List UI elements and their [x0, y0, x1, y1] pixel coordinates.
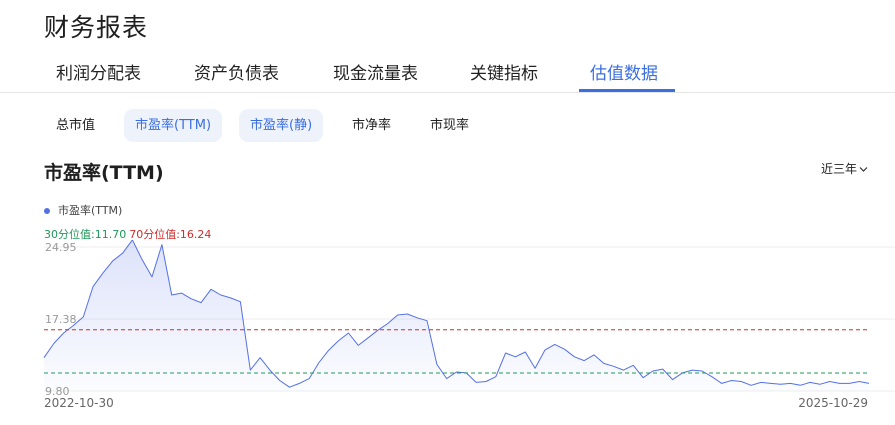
- range-label: 近三年: [820, 162, 857, 176]
- chart-legend: 市盈率(TTM): [44, 202, 122, 218]
- tab-balance-sheet[interactable]: 资产负债表: [194, 59, 279, 84]
- statement-tabs: 利润分配表 资产负债表 现金流量表 关键指标 估值数据: [0, 52, 895, 93]
- x-end-date: 2025-10-29: [798, 396, 868, 410]
- active-tab-indicator: [579, 89, 675, 92]
- y-tick-label: 9.80: [45, 385, 70, 395]
- chevron-down-icon: [859, 162, 868, 176]
- subtab-pcf[interactable]: 市现率: [419, 109, 480, 142]
- tab-cash-flow[interactable]: 现金流量表: [333, 59, 418, 84]
- legend-label: 市盈率(TTM): [58, 204, 123, 217]
- legend-dot: [44, 208, 50, 214]
- page-title: 财务报表: [44, 13, 149, 42]
- subtab-pe-static[interactable]: 市盈率(静): [239, 109, 324, 142]
- pe-area: [44, 240, 869, 391]
- tab-key-indicators[interactable]: 关键指标: [470, 59, 538, 84]
- tab-profit-distribution[interactable]: 利润分配表: [56, 59, 141, 84]
- subtab-market-cap[interactable]: 总市值: [45, 109, 106, 142]
- y-tick-label: 17.38: [45, 313, 77, 326]
- y-tick-label: 24.95: [45, 241, 77, 254]
- range-selector[interactable]: 近三年: [821, 160, 868, 177]
- tab-valuation-data[interactable]: 估值数据: [590, 59, 658, 84]
- chart-title: 市盈率(TTM): [44, 162, 164, 184]
- pe-chart: 24.95 17.38 9.80: [43, 240, 895, 395]
- x-start-date: 2022-10-30: [44, 396, 114, 410]
- subtab-pb[interactable]: 市净率: [341, 109, 402, 142]
- subtab-pe-ttm[interactable]: 市盈率(TTM): [124, 109, 223, 142]
